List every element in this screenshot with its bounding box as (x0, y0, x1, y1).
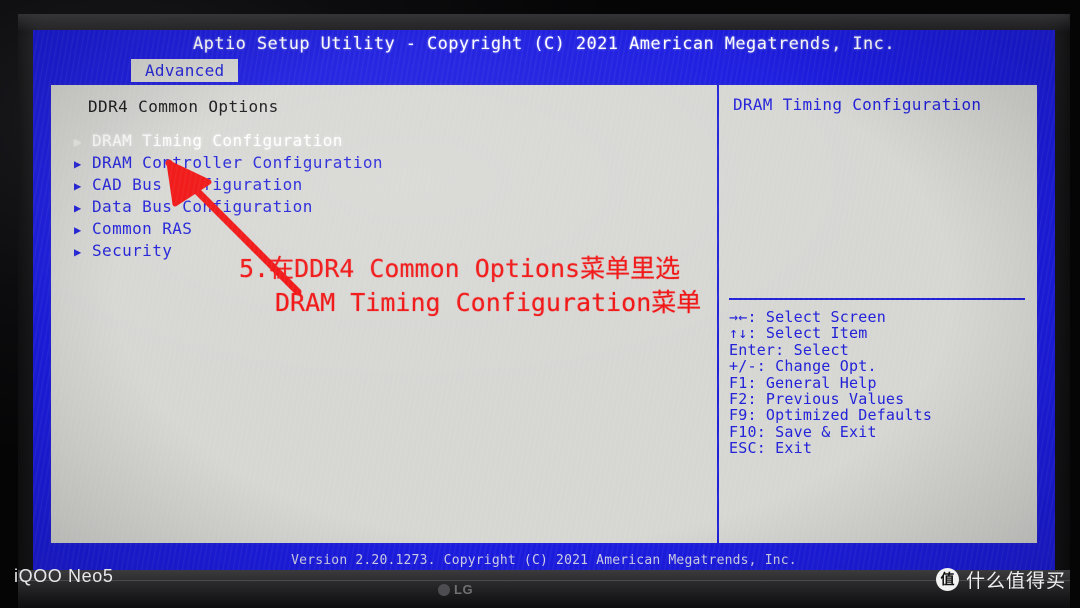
lg-brand-text: LG (454, 582, 474, 597)
triangle-right-icon: ▶ (74, 245, 82, 259)
menu-item-data-bus-configuration[interactable]: ▶ Data Bus Configuration (69, 197, 709, 217)
photograph-of-monitor: Aptio Setup Utility - Copyright (C) 2021… (0, 0, 1080, 608)
smzdm-text: 什么值得买 (965, 571, 1066, 592)
menu-item-dram-timing-configuration[interactable]: ▶ DRAM Timing Configuration (69, 131, 709, 151)
tab-advanced[interactable]: Advanced (131, 59, 239, 82)
triangle-right-icon: ▶ (74, 223, 82, 237)
page-title: Aptio Setup Utility - Copyright (C) 2021… (193, 34, 895, 54)
triangle-right-icon: ▶ (74, 157, 82, 171)
menu-tab-bar: Advanced (33, 59, 1055, 82)
triangle-right-icon: ▶ (74, 179, 82, 193)
help-separator (729, 298, 1025, 300)
help-key-general-help: F1: General Help (729, 373, 877, 392)
version-text: Version 2.20.1273. Copyright (C) 2021 Am… (291, 553, 797, 568)
bios-screen: Aptio Setup Utility - Copyright (C) 2021… (33, 30, 1055, 570)
section-heading: DDR4 Common Options (88, 97, 279, 116)
menu-item-security[interactable]: ▶ Security (69, 241, 709, 261)
watermark-device: iQOO Neo5 (14, 566, 114, 586)
bezel-divider (18, 580, 1070, 581)
help-column: DRAM Timing Configuration →←: Select Scr… (719, 85, 1037, 543)
help-key-change-opt: +/-: Change Opt. (729, 357, 877, 376)
smzdm-badge-icon: 值 (935, 568, 959, 591)
help-description: DRAM Timing Configuration (733, 95, 982, 114)
menu-item-label: Common RAS (92, 219, 193, 238)
watermark-smzdm: 值 什么值得买 (935, 566, 1066, 593)
menu-item-common-ras[interactable]: ▶ Common RAS (69, 219, 709, 239)
menu-item-label: Security (92, 241, 173, 260)
monitor-bottom-bezel: LG (18, 570, 1070, 608)
help-key-enter-select: Enter: Select (729, 340, 849, 359)
menu-item-label: Data Bus Configuration (92, 197, 313, 216)
settings-menu-list: ▶ DRAM Timing Configuration ▶ DRAM Contr… (69, 131, 709, 263)
triangle-right-icon: ▶ (74, 201, 82, 215)
help-key-legend: →←: Select Screen ↑↓: Select Item Enter:… (729, 309, 1029, 457)
help-key-esc-exit: ESC: Exit (729, 439, 813, 458)
lg-mark-icon (438, 583, 450, 596)
help-key-save-and-exit: F10: Save & Exit (729, 422, 877, 441)
menu-item-label: CAD Bus Configuration (92, 175, 303, 194)
lg-brand-logo: LG (438, 582, 473, 597)
help-key-optimized-defaults: F9: Optimized Defaults (729, 406, 933, 425)
footer-bar: Version 2.20.1273. Copyright (C) 2021 Am… (33, 552, 1055, 570)
menu-item-dram-controller-configuration[interactable]: ▶ DRAM Controller Configuration (69, 153, 709, 173)
bios-content-frame: DDR4 Common Options ▶ DRAM Timing Config… (49, 83, 1039, 545)
settings-column: DDR4 Common Options ▶ DRAM Timing Config… (51, 85, 715, 543)
help-key-select-screen: →←: Select Screen (729, 308, 886, 326)
help-key-previous-values: F2: Previous Values (729, 390, 905, 409)
menu-item-label: DRAM Controller Configuration (92, 153, 383, 172)
menu-item-label: DRAM Timing Configuration (92, 131, 343, 150)
menu-item-cad-bus-configuration[interactable]: ▶ CAD Bus Configuration (69, 175, 709, 195)
triangle-right-icon: ▶ (74, 135, 82, 149)
help-key-select-item: ↑↓: Select Item (729, 324, 868, 343)
lg-monitor: Aptio Setup Utility - Copyright (C) 2021… (18, 14, 1070, 608)
